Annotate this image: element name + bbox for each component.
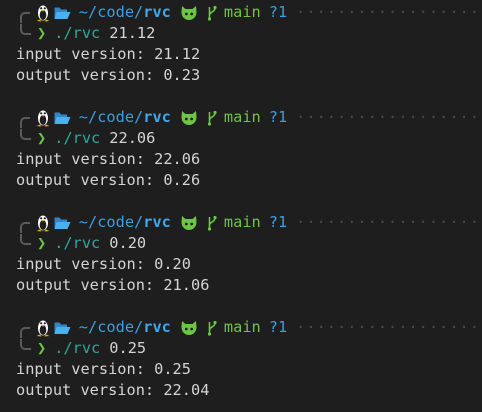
prompt-corner-top xyxy=(20,116,30,128)
prompt-path-prefix: ~/code/ xyxy=(78,318,144,336)
github-icon xyxy=(180,215,198,231)
prompt-path-prefix: ~/code/ xyxy=(78,108,144,126)
prompt-path-dir: rvc xyxy=(143,213,171,231)
git-branch-name: main xyxy=(223,318,261,336)
prompt-path-dir: rvc xyxy=(143,318,171,336)
command-argument: 22.06 xyxy=(109,129,156,147)
command-line[interactable]: ❯ ./rvc 0.25 xyxy=(0,338,482,359)
output-line: input version: 22.06 xyxy=(16,150,201,168)
command-argument: 0.25 xyxy=(109,339,147,357)
prompt-corner-bottom xyxy=(20,233,31,245)
command-line[interactable]: ❯ ./rvc 22.06 xyxy=(0,128,482,149)
git-status: ?1 xyxy=(268,213,288,231)
command-text: ./rvc xyxy=(54,339,101,357)
command-text: ./rvc xyxy=(54,234,101,252)
prompt-line: ~/code/rvc main ?1 ····················· xyxy=(0,2,482,23)
output-line: output version: 0.23 xyxy=(16,66,201,84)
github-icon xyxy=(180,110,198,126)
linux-icon xyxy=(35,319,51,337)
folder-open-icon xyxy=(54,6,71,20)
prompt-path-prefix: ~/code/ xyxy=(78,3,144,21)
git-branch-icon xyxy=(207,110,217,126)
prompt-corner-top xyxy=(20,11,30,23)
prompt-chevron-icon: ❯ xyxy=(37,234,47,252)
prompt-path-dir: rvc xyxy=(143,3,171,21)
command-block: ~/code/rvc main ?1 ····················· xyxy=(0,212,482,296)
output-line: output version: 0.26 xyxy=(16,171,201,189)
output-line: input version: 0.20 xyxy=(16,255,191,273)
command-block: ~/code/rvc main ?1 ····················· xyxy=(0,107,482,191)
git-branch-icon xyxy=(207,5,217,21)
prompt-path-dir: rvc xyxy=(143,108,171,126)
prompt-corner-top xyxy=(20,221,30,233)
prompt-trail: ····················· xyxy=(296,108,482,126)
git-branch-name: main xyxy=(223,213,261,231)
terminal-window[interactable]: ~/code/rvc main ?1 ····················· xyxy=(0,0,482,412)
prompt-line: ~/code/rvc main ?1 ····················· xyxy=(0,107,482,128)
output-line: output version: 21.06 xyxy=(16,276,210,294)
github-icon xyxy=(180,320,198,336)
github-icon xyxy=(180,5,198,21)
prompt-line: ~/code/rvc main ?1 ····················· xyxy=(0,317,482,338)
folder-open-icon xyxy=(54,111,71,125)
linux-icon xyxy=(35,109,51,127)
prompt-chevron-icon: ❯ xyxy=(37,129,47,147)
prompt-path-prefix: ~/code/ xyxy=(78,213,144,231)
prompt-corner-bottom xyxy=(20,23,31,35)
output-line: output version: 22.04 xyxy=(16,381,210,399)
git-branch-name: main xyxy=(223,3,261,21)
linux-icon xyxy=(35,214,51,232)
output-line: input version: 21.12 xyxy=(16,45,201,63)
prompt-corner-bottom xyxy=(20,338,31,350)
git-branch-name: main xyxy=(223,108,261,126)
folder-open-icon xyxy=(54,216,71,230)
command-block: ~/code/rvc main ?1 ····················· xyxy=(0,317,482,401)
prompt-line: ~/code/rvc main ?1 ····················· xyxy=(0,212,482,233)
folder-open-icon xyxy=(54,321,71,335)
prompt-chevron-icon: ❯ xyxy=(37,24,47,42)
git-status: ?1 xyxy=(268,318,288,336)
prompt-trail: ····················· xyxy=(296,213,482,231)
command-block: ~/code/rvc main ?1 ····················· xyxy=(0,2,482,86)
prompt-corner-bottom xyxy=(20,128,31,140)
prompt-trail: ····················· xyxy=(296,3,482,21)
linux-icon xyxy=(35,4,51,22)
command-text: ./rvc xyxy=(54,24,101,42)
prompt-corner-top xyxy=(20,326,30,338)
prompt-trail: ····················· xyxy=(296,318,482,336)
command-argument: 21.12 xyxy=(109,24,156,42)
output-line: input version: 0.25 xyxy=(16,360,191,378)
command-argument: 0.20 xyxy=(109,234,147,252)
git-status: ?1 xyxy=(268,3,288,21)
git-status: ?1 xyxy=(268,108,288,126)
git-branch-icon xyxy=(207,320,217,336)
git-branch-icon xyxy=(207,215,217,231)
command-line[interactable]: ❯ ./rvc 21.12 xyxy=(0,23,482,44)
command-text: ./rvc xyxy=(54,129,101,147)
command-line[interactable]: ❯ ./rvc 0.20 xyxy=(0,233,482,254)
prompt-chevron-icon: ❯ xyxy=(37,339,47,357)
